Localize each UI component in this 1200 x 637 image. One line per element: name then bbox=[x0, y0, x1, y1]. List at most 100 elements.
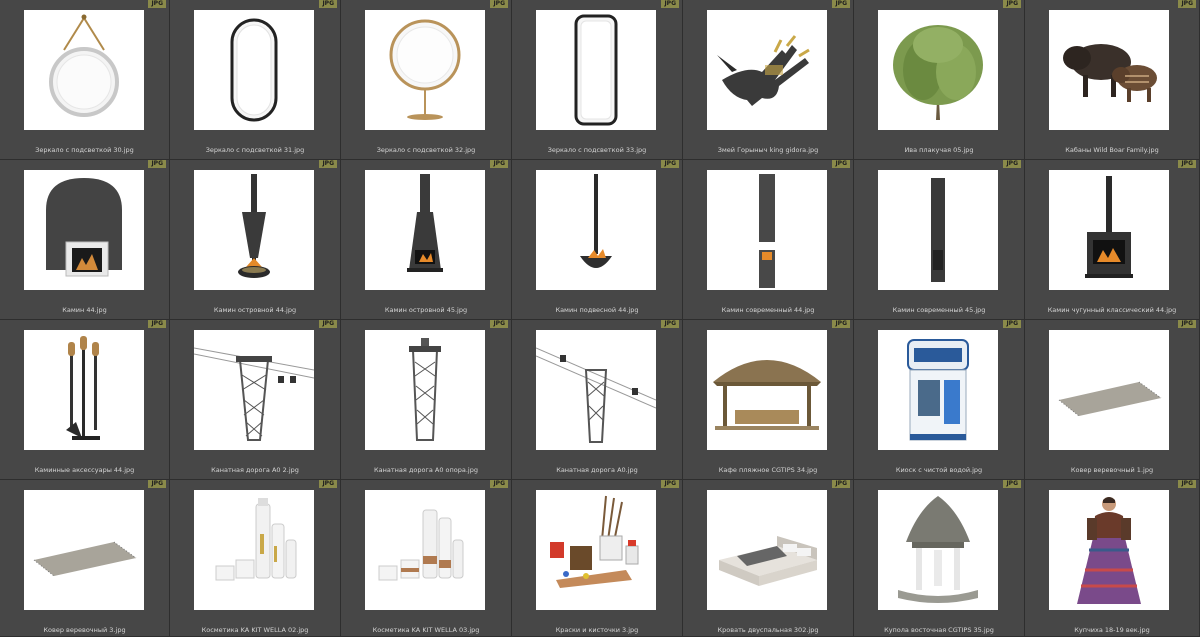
beach-cafe-hut-icon bbox=[707, 330, 827, 450]
file-name-label: Канатная дорога А0 опора.jpg bbox=[374, 466, 478, 474]
paints-and-brushes-icon bbox=[536, 490, 656, 610]
thumbnail-tile[interactable]: JPG Косметика KA KIT WELLA 02.jpg bbox=[170, 480, 341, 637]
file-name-label: Камин островной 44.jpg bbox=[213, 306, 297, 314]
thatched-gazebo-icon bbox=[878, 490, 998, 610]
thumbnail-tile[interactable]: JPG Каминные аксессуары 44.jpg bbox=[0, 320, 170, 480]
wild-boars-icon bbox=[1049, 10, 1169, 130]
file-type-badge: JPG bbox=[319, 0, 337, 8]
file-type-badge: JPG bbox=[832, 160, 850, 168]
thumbnail-tile[interactable]: JPG Косметика KA KIT WELLA 03.jpg bbox=[341, 480, 512, 637]
three-headed-dragon-icon bbox=[707, 10, 827, 130]
file-name-label: Камин островной 45.jpg bbox=[384, 306, 468, 314]
rope-rug-icon bbox=[24, 490, 144, 610]
double-bed-icon bbox=[707, 490, 827, 610]
file-name-label: Камин подвесной 44.jpg bbox=[555, 306, 639, 314]
file-type-badge: JPG bbox=[1003, 0, 1021, 8]
thumbnail-tile[interactable]: JPG Камин островной 44.jpg bbox=[170, 160, 341, 320]
file-name-label: Канатная дорога А0 2.jpg bbox=[211, 466, 299, 474]
file-name-label: Камин чугунный классический 44.jpg bbox=[1047, 306, 1177, 314]
thumbnail-tile[interactable]: JPG Ковер веревочный 1.jpg bbox=[1025, 320, 1200, 480]
file-type-badge: JPG bbox=[148, 320, 166, 328]
thumbnail-tile[interactable]: JPG Канатная дорога А0 опора.jpg bbox=[341, 320, 512, 480]
arched-fireplace-icon bbox=[24, 170, 144, 290]
file-name-label: Краски и кисточки 3.jpg bbox=[555, 626, 639, 634]
file-name-label: Ковер веревочный 1.jpg bbox=[1070, 466, 1154, 474]
thumbnail-tile[interactable]: JPG Камин подвесной 44.jpg bbox=[512, 160, 683, 320]
file-name-label: Зеркало с подсветкой 31.jpg bbox=[205, 146, 305, 154]
thumbnail-tile[interactable]: JPG Купчиха 18-19 век.jpg bbox=[1025, 480, 1200, 637]
file-name-label: Купола восточная CGTIPS 35.jpg bbox=[884, 626, 994, 634]
thumbnail-tile[interactable]: JPG Змей Горыныч king gidora.jpg bbox=[683, 0, 854, 160]
hanging-fireplace-icon bbox=[536, 170, 656, 290]
fireplace-tools-icon bbox=[24, 330, 144, 450]
file-type-badge: JPG bbox=[832, 480, 850, 488]
file-type-badge: JPG bbox=[661, 160, 679, 168]
file-type-badge: JPG bbox=[832, 0, 850, 8]
file-type-badge: JPG bbox=[661, 320, 679, 328]
file-name-label: Кровать двуспальная 302.jpg bbox=[717, 626, 819, 634]
file-name-label: Зеркало с подсветкой 30.jpg bbox=[35, 146, 134, 154]
file-name-label: Змей Горыныч king gidora.jpg bbox=[717, 146, 819, 154]
thumbnail-tile[interactable]: JPG Камин чугунный классический 44.jpg bbox=[1025, 160, 1200, 320]
file-type-badge: JPG bbox=[1003, 480, 1021, 488]
round-mirror-on-strap-icon bbox=[24, 10, 144, 130]
file-type-badge: JPG bbox=[148, 160, 166, 168]
thumbnail-tile[interactable]: JPG Канатная дорога А0.jpg bbox=[512, 320, 683, 480]
file-name-label: Купчиха 18-19 век.jpg bbox=[1074, 626, 1150, 634]
file-name-label: Каминные аксессуары 44.jpg bbox=[34, 466, 135, 474]
file-type-badge: JPG bbox=[832, 320, 850, 328]
thumbnail-tile[interactable]: JPG Зеркало с подсветкой 32.jpg bbox=[341, 0, 512, 160]
file-name-label: Камин современный 44.jpg bbox=[721, 306, 815, 314]
thumbnail-tile[interactable]: JPG Краски и кисточки 3.jpg bbox=[512, 480, 683, 637]
oval-mirror-icon bbox=[194, 10, 314, 130]
rectangular-mirror-icon bbox=[536, 10, 656, 130]
file-name-label: Киоск с чистой водой.jpg bbox=[895, 466, 983, 474]
thumbnail-grid: JPG Зеркало с подсветкой 30.jpg JPG Зеркало… bbox=[0, 0, 1200, 637]
file-name-label: Зеркало с подсветкой 32.jpg bbox=[376, 146, 476, 154]
file-type-badge: JPG bbox=[661, 0, 679, 8]
thumbnail-tile[interactable]: JPG Купола восточная CGTIPS 35.jpg bbox=[854, 480, 1025, 637]
file-name-label: Косметика KA KIT WELLA 02.jpg bbox=[201, 626, 309, 634]
file-name-label: Камин 44.jpg bbox=[62, 306, 107, 314]
file-type-badge: JPG bbox=[1003, 160, 1021, 168]
file-name-label: Кафе пляжное CGTIPS 34.jpg bbox=[718, 466, 818, 474]
file-type-badge: JPG bbox=[319, 320, 337, 328]
thumbnail-tile[interactable]: JPG Камин островной 45.jpg bbox=[341, 160, 512, 320]
thumbnail-tile[interactable]: JPG Кабаны Wild Boar Family.jpg bbox=[1025, 0, 1200, 160]
merchant-woman-figure-icon bbox=[1049, 490, 1169, 610]
file-type-badge: JPG bbox=[1003, 320, 1021, 328]
thumbnail-tile[interactable]: JPG Ива плакучая 05.jpg bbox=[854, 0, 1025, 160]
file-type-badge: JPG bbox=[319, 160, 337, 168]
modern-cylinder-fireplace-icon bbox=[707, 170, 827, 290]
file-type-badge: JPG bbox=[661, 480, 679, 488]
thumbnail-tile[interactable]: JPG Камин 44.jpg bbox=[0, 160, 170, 320]
cable-car-line-icon bbox=[536, 330, 656, 450]
thumbnail-tile[interactable]: JPG Киоск с чистой водой.jpg bbox=[854, 320, 1025, 480]
file-name-label: Канатная дорога А0.jpg bbox=[556, 466, 638, 474]
thumbnail-tile[interactable]: JPG Ковер веревочный 3.jpg bbox=[0, 480, 170, 637]
file-type-badge: JPG bbox=[490, 480, 508, 488]
file-name-label: Ива плакучая 05.jpg bbox=[904, 146, 974, 154]
file-type-badge: JPG bbox=[148, 0, 166, 8]
file-type-badge: JPG bbox=[1178, 160, 1196, 168]
file-name-label: Зеркало с подсветкой 33.jpg bbox=[547, 146, 647, 154]
file-type-badge: JPG bbox=[148, 480, 166, 488]
thumbnail-tile[interactable]: JPG Зеркало с подсветкой 31.jpg bbox=[170, 0, 341, 160]
thumbnail-tile[interactable]: JPG Канатная дорога А0 2.jpg bbox=[170, 320, 341, 480]
cosmetics-bottles-icon bbox=[194, 490, 314, 610]
thumbnail-tile[interactable]: JPG Кафе пляжное CGTIPS 34.jpg bbox=[683, 320, 854, 480]
file-type-badge: JPG bbox=[1178, 0, 1196, 8]
thumbnail-tile[interactable]: JPG Кровать двуспальная 302.jpg bbox=[683, 480, 854, 637]
water-kiosk-icon bbox=[878, 330, 998, 450]
file-type-badge: JPG bbox=[1178, 480, 1196, 488]
thumbnail-tile[interactable]: JPG Зеркало с подсветкой 33.jpg bbox=[512, 0, 683, 160]
file-type-badge: JPG bbox=[490, 0, 508, 8]
file-name-label: Ковер веревочный 3.jpg bbox=[43, 626, 126, 634]
file-name-label: Косметика KA KIT WELLA 03.jpg bbox=[372, 626, 480, 634]
thumbnail-tile[interactable]: JPG Камин современный 44.jpg bbox=[683, 160, 854, 320]
cone-hood-fireplace-icon bbox=[194, 170, 314, 290]
rope-rug-icon bbox=[1049, 330, 1169, 450]
thumbnail-tile[interactable]: JPG Камин современный 45.jpg bbox=[854, 160, 1025, 320]
file-type-badge: JPG bbox=[319, 480, 337, 488]
thumbnail-tile[interactable]: JPG Зеркало с подсветкой 30.jpg bbox=[0, 0, 170, 160]
